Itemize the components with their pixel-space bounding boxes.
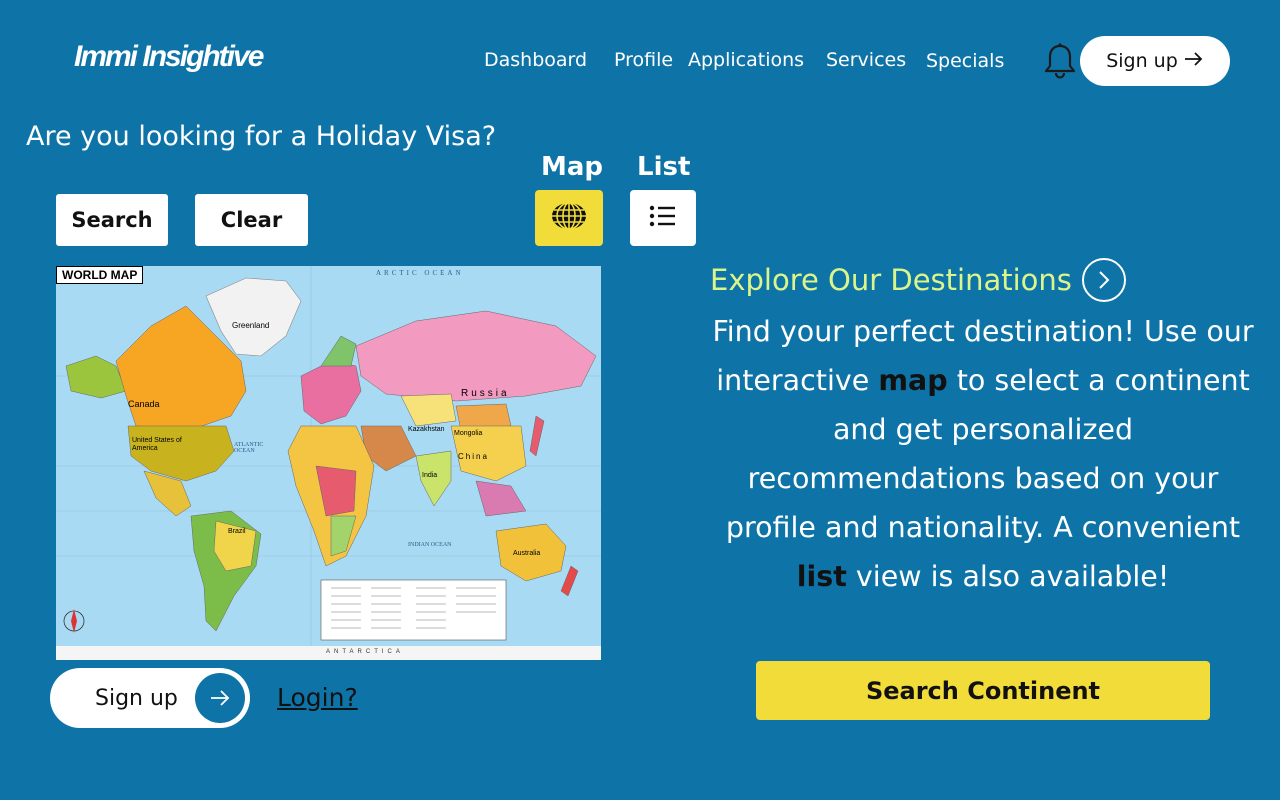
nav-dashboard[interactable]: Dashboard [484, 49, 587, 71]
search-button[interactable]: Search [56, 194, 168, 246]
desc-list-keyword: list [796, 560, 847, 593]
clear-button[interactable]: Clear [195, 194, 308, 246]
map-label-atlantic: ATLANTIC OCEAN [234, 442, 264, 454]
list-view-label: List [637, 152, 691, 182]
explore-destinations-link[interactable]: Explore Our Destinations [710, 258, 1126, 302]
chevron-right-icon [1081, 258, 1126, 302]
map-view-button[interactable] [535, 190, 603, 246]
map-label-india: India [422, 472, 438, 479]
search-continent-button[interactable]: Search Continent [756, 661, 1210, 720]
map-label-kazakhstan: Kazakhstan [408, 426, 445, 433]
map-title: WORLD MAP [56, 266, 144, 284]
map-label-brazil: Brazil [228, 528, 246, 535]
map-label-canada: Canada [128, 399, 160, 409]
arrow-right-icon [195, 673, 245, 723]
desc-map-keyword: map [878, 364, 948, 397]
map-label-china: China [458, 452, 489, 461]
map-view-label: Map [541, 152, 604, 182]
world-map[interactable]: WORLD MAP ARCTIC OCEAN Greenland Canada … [56, 266, 601, 660]
nav-specials[interactable]: Specials [926, 50, 1004, 72]
map-label-australia: Australia [513, 550, 541, 557]
page-question: Are you looking for a Holiday Visa? [26, 121, 497, 152]
desc-part-3: view is also available! [846, 560, 1170, 593]
map-label-mongolia: Mongolia [454, 430, 483, 437]
arrow-right-icon [1184, 50, 1204, 72]
bell-icon[interactable] [1042, 42, 1078, 80]
map-label-greenland: Greenland [232, 321, 270, 330]
nav-services[interactable]: Services [826, 49, 906, 71]
list-view-button[interactable] [630, 190, 696, 246]
map-label-indian: INDIAN OCEAN [408, 542, 452, 548]
app-logo[interactable]: Immi Insightive [74, 40, 264, 74]
destination-description: Find your perfect destination! Use our i… [712, 307, 1254, 601]
globe-icon [550, 201, 588, 235]
signup-button[interactable]: Sign up [1080, 36, 1230, 86]
map-label-arctic: ARCTIC OCEAN [376, 269, 464, 277]
map-label-russia: Russia [461, 388, 510, 399]
explore-title: Explore Our Destinations [710, 263, 1072, 297]
login-link[interactable]: Login? [277, 683, 358, 712]
nav-profile[interactable]: Profile [614, 49, 673, 71]
signup-cta-label: Sign up [95, 685, 178, 711]
nav-applications[interactable]: Applications [688, 49, 804, 71]
list-icon [649, 204, 677, 232]
map-label-usa: United States of America [132, 437, 182, 452]
map-label-antarctica: ANTARCTICA [326, 649, 404, 655]
signup-cta-button[interactable]: Sign up [50, 668, 250, 728]
signup-label: Sign up [1106, 50, 1178, 72]
world-map-graphic [56, 266, 601, 660]
